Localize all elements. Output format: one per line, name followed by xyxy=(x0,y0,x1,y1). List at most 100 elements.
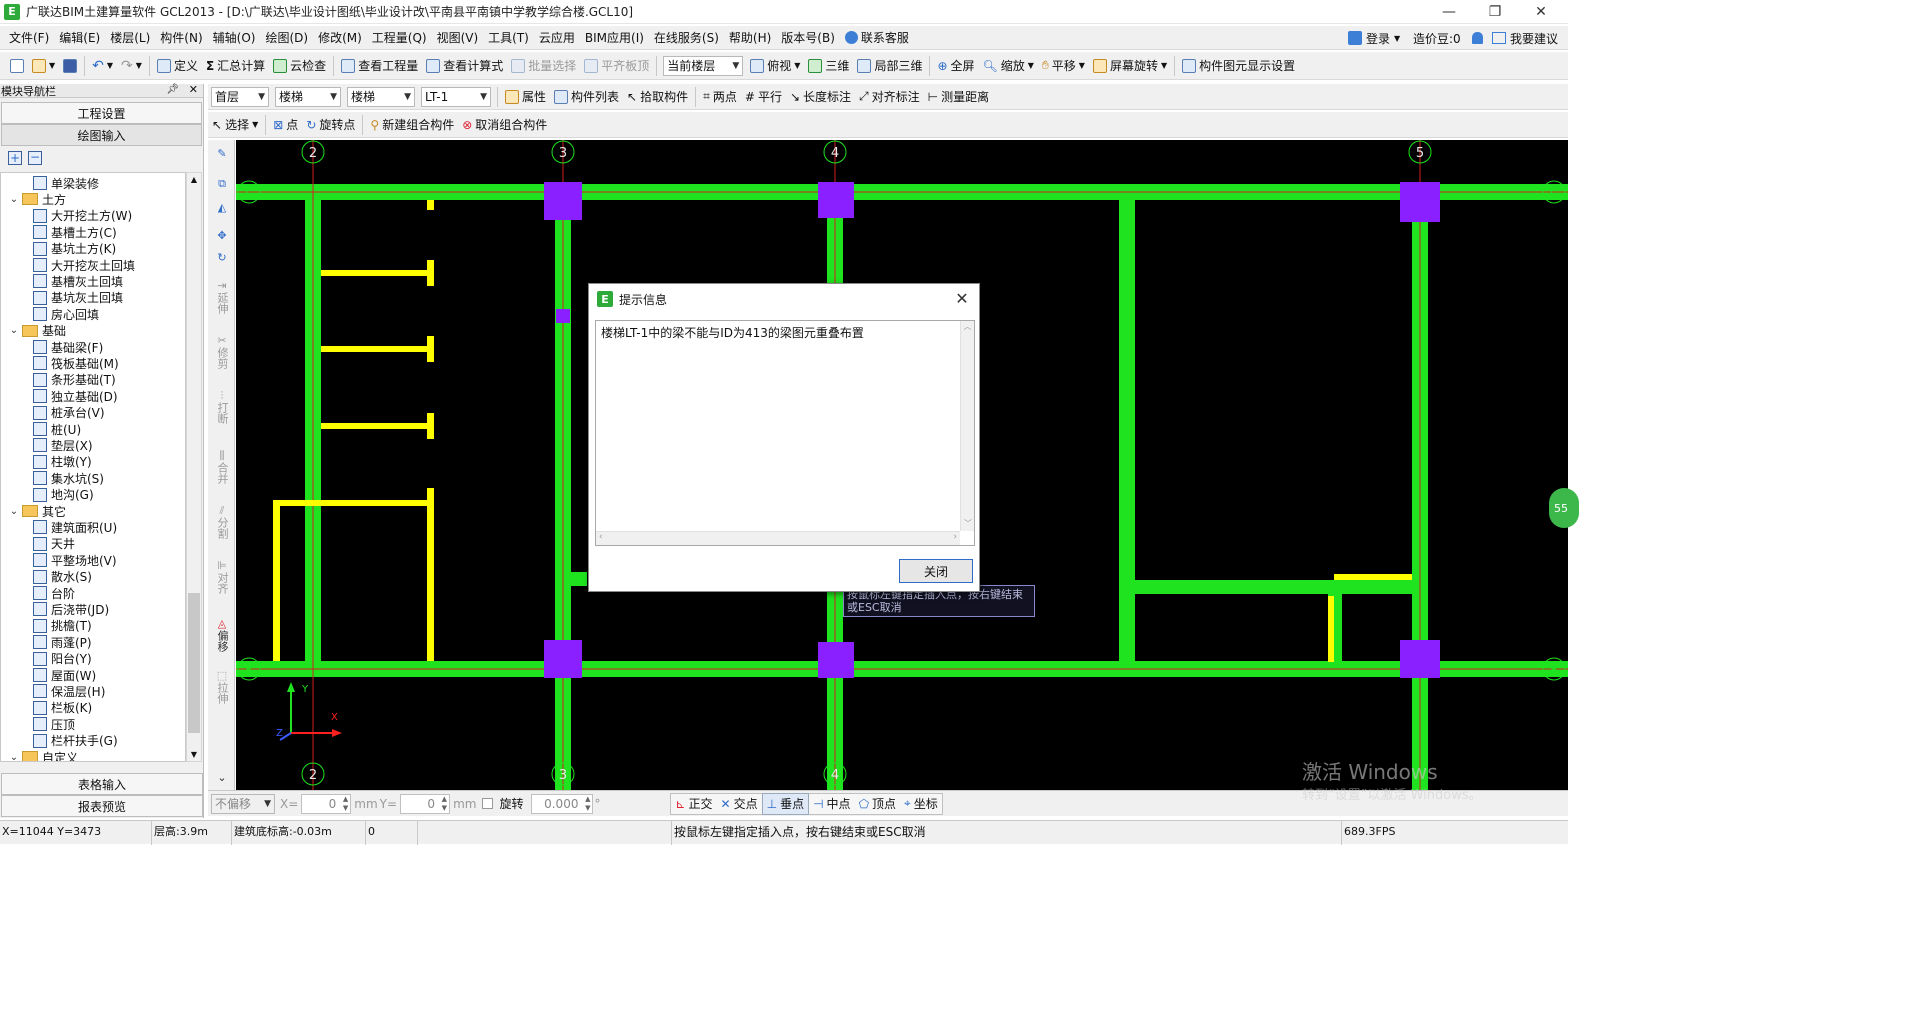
nav-close-icon[interactable]: ✕ xyxy=(189,83,198,96)
category-select[interactable]: 楼梯 ▼ xyxy=(275,86,341,107)
break-tool[interactable]: ⫶ 打断 xyxy=(212,390,232,442)
menu-tools[interactable]: 工具(T) xyxy=(483,27,534,49)
point-button[interactable]: ⊠ 点 xyxy=(269,114,302,136)
stretch-tool[interactable]: ⬚ 拉伸 xyxy=(212,670,232,722)
mirror-icon[interactable]: ◭ xyxy=(212,202,232,214)
tree-item[interactable]: 大开挖灰土回填 xyxy=(33,257,135,273)
tree-item[interactable]: 单梁装修 xyxy=(33,175,99,191)
select-button[interactable]: ↖ 选择 ▼ xyxy=(208,114,262,136)
maximize-button[interactable]: ❐ xyxy=(1472,0,1518,24)
rotate-icon[interactable]: ↻ xyxy=(212,252,232,264)
floor-select[interactable]: 首层 ▼ xyxy=(211,86,269,107)
snap-perpendicular[interactable]: ⊥ 垂点 xyxy=(761,792,810,815)
display-settings-button[interactable]: 构件图元显示设置 xyxy=(1178,55,1299,77)
tree-scrollbar[interactable]: ▲ ▼ xyxy=(186,172,202,762)
x-input[interactable]: 0 ▲ ▼ xyxy=(301,793,352,814)
tree-item[interactable]: 房心回填 xyxy=(33,306,99,322)
table-input-button[interactable]: 表格输入 xyxy=(1,773,203,795)
dialog-close-button[interactable]: 关闭 xyxy=(899,559,973,583)
menu-contact[interactable]: 联系客服 xyxy=(840,27,914,49)
tree-item[interactable]: 桩承台(V) xyxy=(33,405,105,421)
zoom-button[interactable]: 🔍︎ 缩放 ▼ xyxy=(979,55,1038,77)
minimize-button[interactable]: — xyxy=(1426,0,1472,24)
cloud-check-button[interactable]: 云检查 xyxy=(269,55,330,77)
offset-tool[interactable]: ◬ 偏移 xyxy=(212,618,232,670)
rotate-checkbox[interactable] xyxy=(482,798,494,809)
menu-view[interactable]: 视图(V) xyxy=(432,27,484,49)
tree-item[interactable]: 散水(S) xyxy=(33,569,92,585)
snap-intersection[interactable]: ✕ 交点 xyxy=(717,793,762,815)
type-select[interactable]: 楼梯 ▼ xyxy=(347,86,415,107)
menu-quantity[interactable]: 工程量(Q) xyxy=(367,27,432,49)
menu-edit[interactable]: 编辑(E) xyxy=(54,27,105,49)
tree-item[interactable]: 条形基础(T) xyxy=(33,372,116,388)
tree-folder[interactable]: ⌄ 基础 xyxy=(9,323,66,339)
menu-draw[interactable]: 绘图(D) xyxy=(260,27,313,49)
tree-item[interactable]: 独立基础(D) xyxy=(33,388,118,404)
more-tools-icon[interactable]: ⌄ xyxy=(212,772,232,784)
tree-item[interactable]: 基坑灰土回填 xyxy=(33,290,123,306)
collapse-all-icon[interactable]: − xyxy=(28,151,42,165)
tree-item[interactable]: 大开挖土方(W) xyxy=(33,208,132,224)
tree-item[interactable]: 建筑面积(U) xyxy=(33,519,117,535)
view-top-button[interactable]: 俯视 ▼ xyxy=(746,55,804,77)
snap-coordinate[interactable]: ⌖ 坐标 xyxy=(900,793,942,815)
dialog-message-box[interactable]: 楼梯LT-1中的梁不能与ID为413的梁图元重叠布置 ︿ ﹀ ‹ › xyxy=(595,320,975,546)
parallel-button[interactable]: # 平行 xyxy=(741,86,786,108)
tree-item[interactable]: 柱墩(Y) xyxy=(33,454,92,470)
tree-item[interactable]: 栏杆扶手(G) xyxy=(33,733,118,749)
length-dim-button[interactable]: ↘ 长度标注 xyxy=(786,86,855,108)
message-vscrollbar[interactable]: ︿ ﹀ xyxy=(960,321,974,531)
floor-scope-select[interactable]: 当前楼层 ▼ xyxy=(663,55,744,76)
component-list-button[interactable]: 构件列表 xyxy=(550,86,623,108)
rotate-angle-input[interactable]: 0.000 ▲ ▼ xyxy=(531,793,594,814)
two-points-button[interactable]: ⌗ 两点 xyxy=(699,86,741,108)
property-button[interactable]: 属性 xyxy=(501,86,550,108)
snap-midpoint[interactable]: ⊣ 中点 xyxy=(809,793,854,815)
rotate-screen-button[interactable]: 屏幕旋转 ▼ xyxy=(1089,55,1171,77)
split-tool[interactable]: ⫽ 分割 xyxy=(212,505,232,557)
tree-item[interactable]: 台阶 xyxy=(33,585,75,601)
y-input[interactable]: 0 ▲ ▼ xyxy=(400,793,451,814)
menu-file[interactable]: 文件(F) xyxy=(4,27,54,49)
pin-icon[interactable]: 📌︎ xyxy=(166,84,179,95)
local-3d-button[interactable]: 局部三维 xyxy=(853,55,926,77)
summary-button[interactable]: Σ 汇总计算 xyxy=(202,55,269,77)
expand-all-icon[interactable]: + xyxy=(8,151,22,165)
align-tool[interactable]: ⊫ 对齐 xyxy=(212,560,232,612)
redo-button[interactable]: ↷ ▼ xyxy=(117,55,146,77)
tree-item[interactable]: 雨蓬(P) xyxy=(33,634,92,650)
measure-button[interactable]: ⊢ 测量距离 xyxy=(924,86,993,108)
dialog-close-icon[interactable]: ✕ xyxy=(953,289,971,308)
tree-folder[interactable]: ⌄ 自定义 xyxy=(9,749,78,761)
tree-scroll-thumb[interactable] xyxy=(188,593,200,733)
pan-button[interactable]: ✋︎ 平移 ▼ xyxy=(1038,55,1089,77)
define-button[interactable]: 定义 xyxy=(153,55,202,77)
tree-item[interactable]: 筏板基础(M) xyxy=(33,355,119,371)
offset-mode-select[interactable]: 不偏移 ▼ xyxy=(211,793,275,814)
cancel-group-button[interactable]: ⊗ 取消组合构件 xyxy=(458,114,551,136)
merge-tool[interactable]: ⫼ 合并 xyxy=(212,450,232,502)
tree-item[interactable]: 集水坑(S) xyxy=(33,470,104,486)
snap-vertex[interactable]: ⬠ 顶点 xyxy=(855,793,900,815)
tree-item[interactable]: 后浇带(JD) xyxy=(33,601,109,617)
drawing-input-button[interactable]: 绘图输入 xyxy=(1,124,202,146)
tree-item[interactable]: 基坑土方(K) xyxy=(33,241,116,257)
menu-bim[interactable]: BIM应用(I) xyxy=(580,27,649,49)
close-window-button[interactable]: ✕ xyxy=(1518,0,1564,24)
fullscreen-button[interactable]: ⊕ 全屏 xyxy=(933,55,978,77)
feedback-button[interactable]: 我要建议 xyxy=(1492,26,1558,50)
bell-icon[interactable] xyxy=(1472,26,1483,50)
tree-item[interactable]: 保温层(H) xyxy=(33,683,105,699)
extend-tool[interactable]: ⇥ 延伸 xyxy=(212,280,232,332)
tree-item[interactable]: 地沟(G) xyxy=(33,487,94,503)
view-quantity-button[interactable]: 查看工程量 xyxy=(337,55,422,77)
tree-item[interactable]: 桩(U) xyxy=(33,421,81,437)
expand-chevron-icon[interactable]: ⌄ xyxy=(9,506,19,517)
menu-aux-axis[interactable]: 辅轴(O) xyxy=(208,27,261,49)
tree-item[interactable]: 天井 xyxy=(33,536,75,552)
open-file-button[interactable]: ▼ xyxy=(28,55,59,77)
rotate-point-button[interactable]: ↻ 旋转点 xyxy=(302,114,359,136)
save-button[interactable] xyxy=(59,55,81,77)
tree-item[interactable]: 基础梁(F) xyxy=(33,339,103,355)
